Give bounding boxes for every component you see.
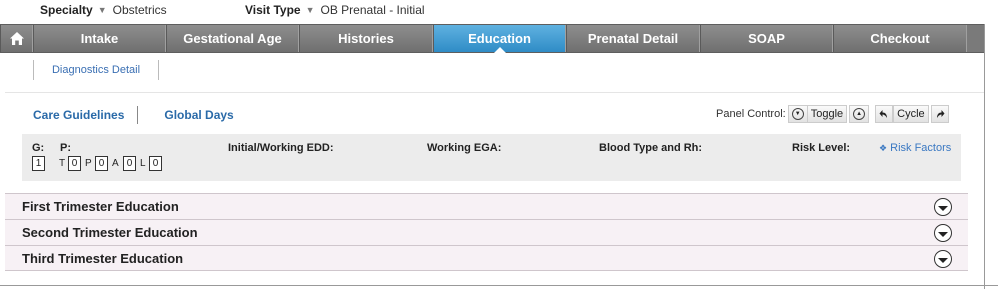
- chevron-down-icon[interactable]: [934, 224, 952, 242]
- term-letter: T: [59, 158, 66, 169]
- diamond-icon: ❖: [879, 143, 888, 153]
- cycle-forward-button[interactable]: [930, 105, 949, 123]
- specialty-value: Obstetrics: [112, 3, 167, 17]
- living-value: 0: [149, 156, 162, 171]
- collapse-all-button[interactable]: ▼: [787, 105, 807, 123]
- risk-factors-label: Risk Factors: [890, 142, 952, 154]
- caret-down-icon[interactable]: ▼: [306, 5, 315, 15]
- content-border: [984, 24, 985, 289]
- undo-arrow-icon: [879, 110, 888, 118]
- term-value: 0: [68, 156, 81, 171]
- tab-checkout[interactable]: Checkout: [833, 25, 967, 52]
- tab-intake[interactable]: Intake: [33, 25, 166, 52]
- abortion-letter: A: [112, 158, 119, 169]
- care-guidelines-link[interactable]: Care Guidelines: [33, 108, 124, 122]
- tab-gestational-age[interactable]: Gestational Age: [166, 25, 299, 52]
- gravida-value: 1: [32, 156, 45, 171]
- cycle-button[interactable]: Cycle: [893, 105, 929, 123]
- home-tab[interactable]: [0, 25, 33, 52]
- preterm-letter: P: [85, 158, 92, 169]
- chevron-down-icon[interactable]: [934, 198, 952, 216]
- visit-type-field[interactable]: Visit Type ▼ OB Prenatal - Initial: [245, 3, 425, 17]
- panel-control: Panel Control: ▼ Toggle ▲ Cycle: [716, 105, 949, 123]
- divider: [5, 92, 984, 93]
- global-days-link[interactable]: Global Days: [164, 108, 233, 122]
- preterm-value: 0: [95, 156, 108, 171]
- gravida-label: G:: [32, 142, 45, 154]
- section-title: First Trimester Education: [22, 199, 179, 214]
- cycle-back-button[interactable]: [875, 105, 894, 123]
- home-icon: [9, 32, 24, 45]
- section-third-trimester[interactable]: Third Trimester Education: [5, 245, 968, 271]
- panel-control-label: Panel Control:: [716, 108, 786, 120]
- tab-soap[interactable]: SOAP: [700, 25, 833, 52]
- link-divider: [137, 106, 139, 124]
- section-title: Second Trimester Education: [22, 225, 198, 240]
- main-tab-bar: Intake Gestational Age Histories Educati…: [0, 24, 984, 53]
- chevron-up-icon: ▲: [853, 108, 866, 120]
- risk-level-label: Risk Level:: [792, 142, 851, 154]
- risk-factors-link[interactable]: ❖ Risk Factors: [879, 142, 951, 154]
- blood-type-label: Blood Type and Rh:: [599, 142, 703, 154]
- tab-histories[interactable]: Histories: [299, 25, 433, 52]
- chevron-down-icon: ▼: [791, 108, 804, 120]
- specialty-field[interactable]: Specialty ▼ Obstetrics: [40, 3, 167, 17]
- toggle-button[interactable]: Toggle: [806, 105, 848, 123]
- pregnancy-summary-panel: G: P: 1 T 0 P 0 A 0 L 0 Initial/Working …: [22, 134, 961, 181]
- section-first-trimester[interactable]: First Trimester Education: [5, 193, 968, 219]
- visit-type-value: OB Prenatal - Initial: [320, 3, 425, 17]
- abortion-value: 0: [123, 156, 136, 171]
- visit-info-bar: Specialty ▼ Obstetrics Visit Type ▼ OB P…: [0, 0, 998, 22]
- redo-arrow-icon: [936, 110, 945, 118]
- caret-down-icon[interactable]: ▼: [98, 5, 107, 15]
- education-links: Care Guidelines Global Days: [33, 106, 234, 124]
- ega-label: Working EGA:: [427, 142, 502, 154]
- para-label: P:: [60, 142, 71, 154]
- visit-type-label: Visit Type: [245, 3, 301, 17]
- tab-education[interactable]: Education: [433, 25, 566, 53]
- section-title: Third Trimester Education: [22, 250, 184, 266]
- edd-label: Initial/Working EDD:: [228, 142, 334, 154]
- living-letter: L: [140, 158, 146, 169]
- specialty-label: Specialty: [40, 3, 93, 17]
- expand-all-button[interactable]: ▲: [849, 105, 870, 123]
- bottom-border: [0, 285, 998, 286]
- chevron-down-icon[interactable]: [934, 250, 952, 268]
- subtab-diagnostics-detail[interactable]: Diagnostics Detail: [33, 60, 159, 80]
- tab-prenatal-detail[interactable]: Prenatal Detail: [566, 25, 700, 52]
- section-second-trimester[interactable]: Second Trimester Education: [5, 219, 968, 245]
